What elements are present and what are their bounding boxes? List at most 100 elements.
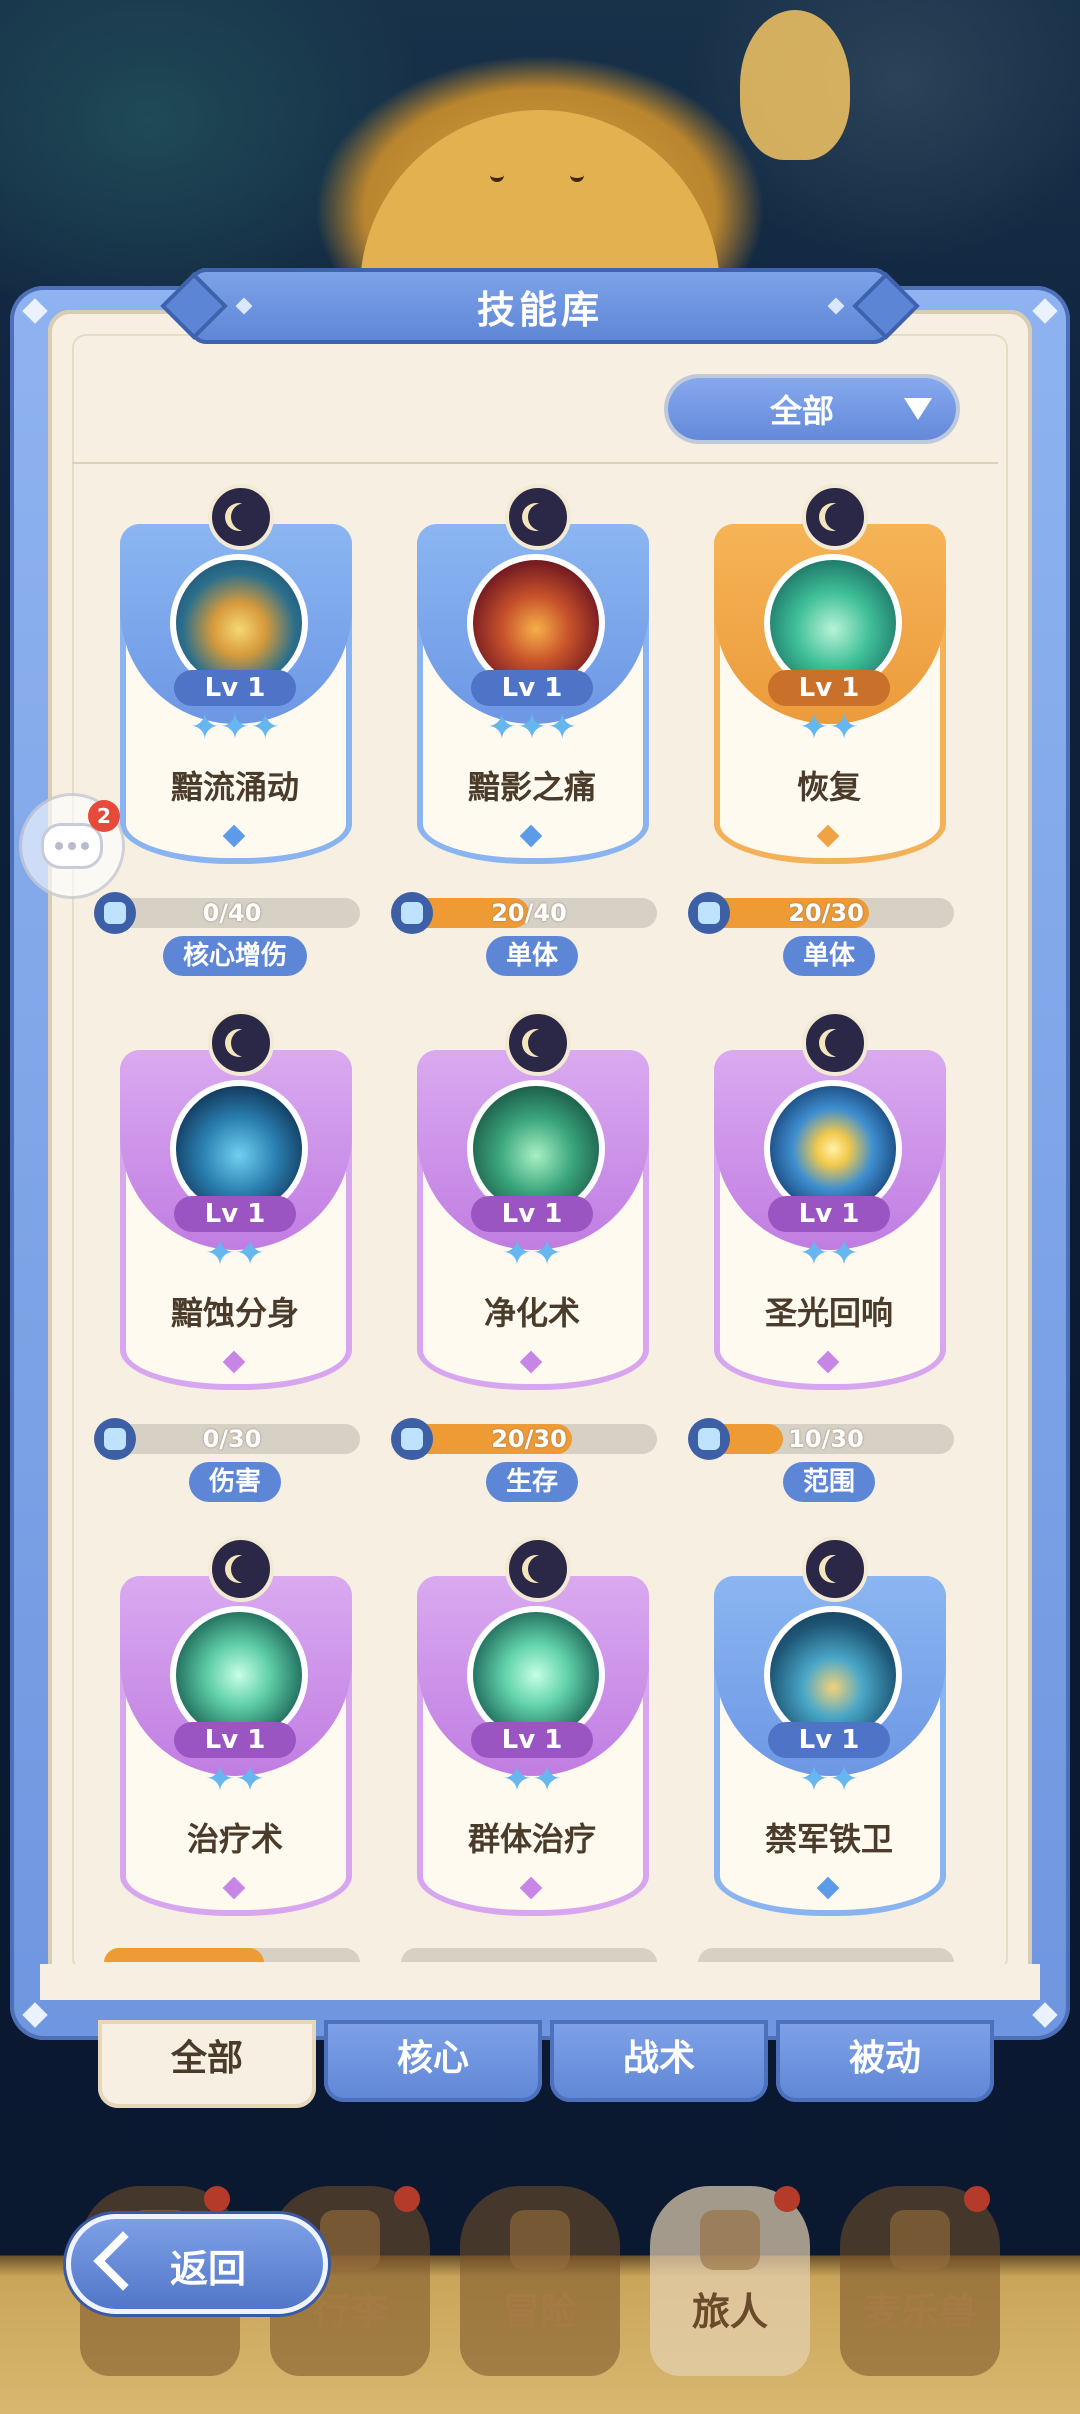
skill-card[interactable]: Lv 1 ✦✦ 黯蚀分身 0/30 伤害 — [94, 1010, 360, 1502]
puzzle-piece-icon — [688, 1418, 730, 1460]
progress-bar: 20/40 — [401, 898, 657, 928]
progress-bar: 0/40 — [104, 898, 360, 928]
pet-icon — [890, 2210, 950, 2270]
skill-name: 群体治疗 — [467, 1820, 596, 1858]
progress-bar: 0/30 — [104, 1424, 360, 1454]
tab-core[interactable]: 核心 — [324, 2020, 542, 2102]
nav-label: 麦乐兽 — [862, 2290, 977, 2334]
progress-text: 20/30 — [491, 1425, 567, 1453]
moon-icon — [208, 484, 274, 550]
red-dot — [774, 2186, 800, 2212]
puzzle-piece-icon — [391, 1418, 433, 1460]
level-badge: Lv 1 — [174, 1722, 296, 1758]
nav-item-traveler[interactable]: 旅人 — [650, 2186, 810, 2376]
level-badge: Lv 1 — [174, 670, 296, 706]
moon-icon — [505, 1536, 571, 1602]
puzzle-piece-icon — [94, 1418, 136, 1460]
nav-item-pet[interactable]: 麦乐兽 — [840, 2186, 1000, 2376]
nav-item-adventure[interactable]: 冒险 — [460, 2186, 620, 2376]
fox-character — [740, 10, 850, 160]
dropdown-arrow-icon — [904, 398, 932, 420]
progress-text: 20/30 — [788, 899, 864, 927]
luggage-icon — [320, 2210, 380, 2270]
star-rating: ✦✦ — [501, 1233, 563, 1274]
tab-tactics[interactable]: 战术 — [550, 2020, 768, 2102]
skill-card[interactable]: Lv 1 ✦✦ 净化术 20/30 生存 — [391, 1010, 657, 1502]
panel-corner-ornament — [1032, 298, 1058, 324]
star-rating: ✦✦ — [798, 707, 860, 748]
skill-name: 禁军铁卫 — [764, 1820, 893, 1858]
page-title: 技能库 — [476, 287, 603, 332]
clipped-progress-bar — [401, 1948, 657, 1962]
skill-tag: 单体 — [782, 936, 876, 976]
puzzle-piece-icon — [688, 892, 730, 934]
level-badge: Lv 1 — [471, 670, 593, 706]
nav-label: 旅人 — [691, 2290, 768, 2334]
moon-icon — [802, 1536, 868, 1602]
clipped-progress-bar — [104, 1948, 360, 1962]
level-badge: Lv 1 — [174, 1196, 296, 1232]
skill-name: 黯蚀分身 — [170, 1294, 299, 1332]
crossed-swords-icon — [510, 2210, 570, 2270]
moon-icon — [208, 1010, 274, 1076]
progress-bar: 20/30 — [401, 1424, 657, 1454]
skill-name: 治疗术 — [186, 1820, 283, 1858]
red-dot — [964, 2186, 990, 2212]
skill-card[interactable]: Lv 1 ✦✦✦ 黯影之痛 20/40 单体 — [391, 484, 657, 976]
chat-bubble-icon — [41, 823, 103, 869]
panel-corner-ornament — [1032, 2002, 1058, 2028]
nav-label: 冒险 — [501, 2290, 578, 2334]
skill-card[interactable]: Lv 1 ✦✦ 圣光回响 10/30 范围 — [688, 1010, 954, 1502]
clipped-progress-bar — [698, 1948, 954, 1962]
star-rating: ✦✦ — [798, 1233, 860, 1274]
level-badge: Lv 1 — [471, 1722, 593, 1758]
mascot-eye-right — [570, 170, 584, 182]
filter-dropdown[interactable]: 全部 — [668, 378, 956, 440]
back-button[interactable]: 返回 — [66, 2214, 328, 2314]
back-arrow-icon — [93, 2231, 153, 2291]
star-rating: ✦✦ — [501, 1759, 563, 1800]
moon-icon — [208, 1536, 274, 1602]
level-badge: Lv 1 — [471, 1196, 593, 1232]
moon-icon — [505, 1010, 571, 1076]
skill-name: 黯影之痛 — [467, 768, 596, 806]
progress-bar: 20/30 — [698, 898, 954, 928]
skill-name: 恢复 — [796, 768, 861, 806]
progress-text: 10/30 — [788, 1425, 864, 1453]
title-banner: 技能库 — [190, 268, 890, 344]
level-badge: Lv 1 — [768, 670, 890, 706]
tab-passive[interactable]: 被动 — [776, 2020, 994, 2102]
star-rating: ✦✦ — [204, 1759, 266, 1800]
moon-icon — [505, 484, 571, 550]
skill-tag: 伤害 — [188, 1462, 282, 1502]
skill-name: 黯流涌动 — [170, 768, 299, 806]
level-badge: Lv 1 — [768, 1196, 890, 1232]
back-button-label: 返回 — [170, 2247, 247, 2291]
red-dot — [204, 2186, 230, 2212]
chat-button[interactable]: 2 — [22, 796, 122, 896]
star-rating: ✦✦✦ — [486, 707, 578, 748]
star-rating: ✦✦ — [798, 1759, 860, 1800]
scroll-mask — [40, 1964, 1040, 2000]
puzzle-piece-icon — [391, 892, 433, 934]
mascot-eye-left — [490, 170, 504, 182]
moon-icon — [802, 484, 868, 550]
moon-icon — [802, 1010, 868, 1076]
skill-card[interactable]: Lv 1 ✦✦ 恢复 20/30 单体 — [688, 484, 954, 976]
panel-corner-ornament — [22, 2002, 48, 2028]
panel-corner-ornament — [22, 298, 48, 324]
skill-tag: 范围 — [782, 1462, 876, 1502]
skill-tag: 核心增伤 — [162, 936, 308, 976]
progress-text: 0/40 — [202, 899, 262, 927]
skill-tag: 生存 — [485, 1462, 579, 1502]
skill-tag: 单体 — [485, 936, 579, 976]
banner-dot — [235, 297, 253, 315]
skill-card[interactable]: Lv 1 ✦✦✦ 黯流涌动 0/40 核心增伤 — [94, 484, 360, 976]
skill-name: 圣光回响 — [764, 1294, 893, 1332]
red-dot — [394, 2186, 420, 2212]
star-rating: ✦✦✦ — [189, 707, 281, 748]
divider — [72, 462, 998, 464]
progress-text: 0/30 — [202, 1425, 262, 1453]
puzzle-piece-icon — [94, 892, 136, 934]
tab-all[interactable]: 全部 — [98, 2020, 316, 2108]
